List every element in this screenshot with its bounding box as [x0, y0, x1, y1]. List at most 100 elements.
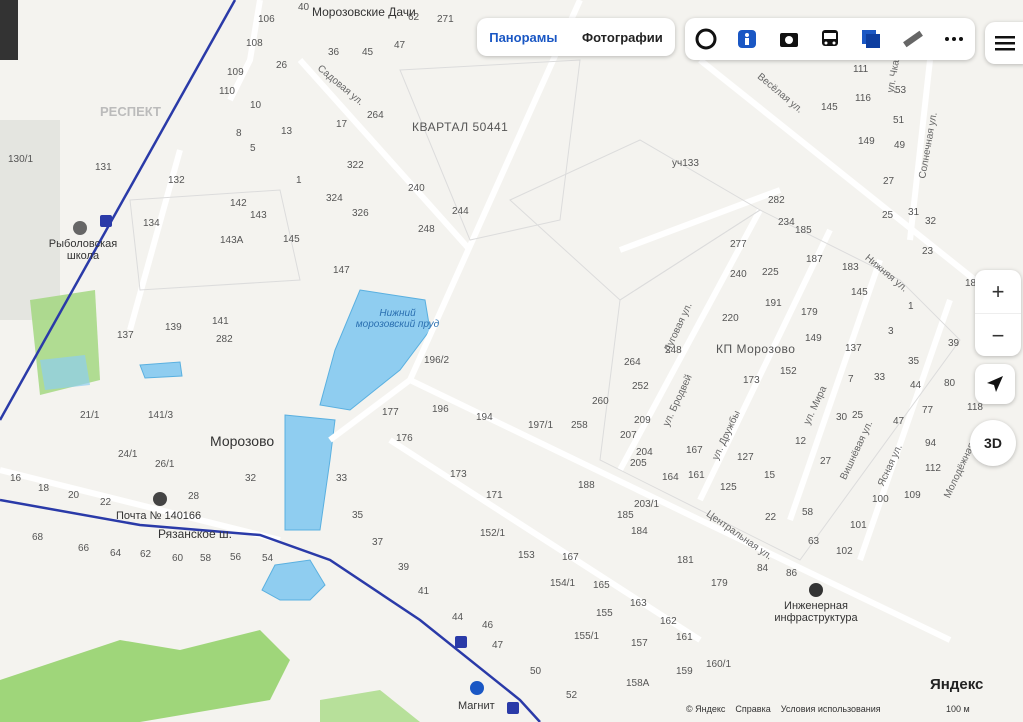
house-number: 63 — [808, 536, 820, 547]
house-number: 207 — [620, 430, 637, 441]
house-number: 183 — [842, 262, 859, 273]
house-number: 28 — [188, 491, 200, 502]
house-number: 248 — [418, 224, 435, 235]
house-number: 181 — [677, 555, 694, 566]
house-number: 27 — [820, 456, 832, 467]
house-number: 225 — [762, 267, 779, 278]
house-number: 44 — [452, 612, 464, 623]
house-number: 26/1 — [155, 459, 175, 470]
view-3d-button[interactable]: 3D — [970, 420, 1016, 466]
house-number: 260 — [592, 396, 609, 407]
house-number: 282 — [768, 195, 785, 206]
help-link[interactable]: Справка — [735, 704, 770, 714]
house-number: 252 — [632, 381, 649, 392]
house-number: 197/1 — [528, 420, 554, 431]
house-number: 161 — [688, 470, 705, 481]
layers-icon[interactable] — [857, 25, 885, 53]
house-number: 167 — [686, 445, 703, 456]
house-number: 66 — [78, 543, 90, 554]
photos-tab[interactable]: Фотографии — [582, 30, 663, 45]
house-number: 51 — [893, 115, 905, 126]
respect-label: РЕСПЕКТ — [100, 104, 161, 119]
house-number: 149 — [858, 136, 875, 147]
house-number: 33 — [336, 473, 348, 484]
house-number: 171 — [486, 490, 503, 501]
house-number: 17 — [336, 119, 348, 130]
zoom-out-button[interactable]: − — [975, 314, 1021, 357]
house-number: 134 — [143, 218, 160, 229]
house-number: 125 — [720, 482, 737, 493]
house-number: 47 — [893, 416, 905, 427]
geolocation-button[interactable] — [975, 364, 1015, 404]
house-number: 32 — [245, 473, 257, 484]
house-number: 147 — [333, 265, 350, 276]
house-number: 40 — [298, 2, 310, 13]
magnit-label: Магнит — [458, 700, 495, 712]
house-number: 33 — [874, 372, 886, 383]
zoom-control: + − — [975, 270, 1021, 356]
settlement-label: Морозовские Дачи — [312, 5, 416, 19]
house-number: 141/3 — [148, 410, 174, 421]
house-number: 244 — [452, 206, 469, 217]
map-toolbar — [685, 18, 975, 60]
house-number: 54 — [262, 553, 274, 564]
house-number: 152/1 — [480, 528, 506, 539]
house-number: 64 — [110, 548, 122, 559]
house-number: 84 — [757, 563, 769, 574]
house-number: 264 — [367, 110, 384, 121]
house-number: 264 — [624, 357, 641, 368]
house-number: 5 — [250, 143, 256, 154]
house-number: 110 — [219, 86, 235, 97]
house-number: 53 — [895, 85, 907, 96]
zoom-in-button[interactable]: + — [975, 270, 1021, 314]
panoramas-tab[interactable]: Панорамы — [489, 30, 557, 45]
house-number: 187 — [806, 254, 823, 265]
house-number: 191 — [765, 298, 782, 309]
pond-label: Нижний морозовский пруд — [355, 308, 440, 330]
house-number: 45 — [362, 47, 374, 58]
accessibility-icon[interactable] — [733, 25, 761, 53]
more-icon[interactable] — [940, 25, 968, 53]
house-number: 44 — [910, 380, 922, 391]
house-number: 62 — [140, 549, 152, 560]
house-number: 23 — [922, 246, 934, 257]
copyright-link[interactable]: © Яндекс — [686, 704, 725, 714]
house-number: 209 — [634, 415, 651, 426]
house-number: 27 — [883, 176, 895, 187]
house-number: 203/1 — [634, 499, 660, 510]
house-number: 31 — [908, 207, 920, 218]
ruler-icon[interactable] — [899, 25, 927, 53]
terms-link[interactable]: Условия использования — [781, 704, 881, 714]
house-number: 52 — [566, 690, 578, 701]
kp-label: КП Морозово — [716, 342, 796, 356]
house-number: 35 — [908, 356, 920, 367]
house-number: 142 — [230, 198, 247, 209]
house-number: 46 — [482, 620, 494, 631]
house-number: 18 — [38, 483, 50, 494]
house-number: 68 — [32, 532, 44, 543]
house-number: 10 — [250, 100, 262, 111]
layer-switcher: Панорамы Фотографии — [477, 18, 675, 56]
scale-bar: 100 м — [946, 704, 970, 714]
house-number: 159 — [676, 666, 693, 677]
house-number: 100 — [872, 494, 889, 505]
house-number: 1 — [296, 175, 302, 186]
house-number: 326 — [352, 208, 369, 219]
house-number: 101 — [850, 520, 867, 531]
house-number: 143А — [220, 235, 244, 246]
transport-icon[interactable] — [816, 25, 844, 53]
house-number: 322 — [347, 160, 364, 171]
menu-button[interactable] — [985, 22, 1023, 64]
yandex-logo: Яндекс — [930, 676, 984, 693]
house-number: 162 — [660, 616, 677, 627]
house-number: 21/1 — [80, 410, 100, 421]
house-number: 155/1 — [574, 631, 600, 642]
house-number: 30 — [836, 412, 848, 423]
house-number: 145 — [283, 234, 300, 245]
house-number: 32 — [925, 216, 937, 227]
house-number: 47 — [394, 40, 406, 51]
camera-icon[interactable] — [775, 25, 803, 53]
traffic-icon[interactable] — [692, 25, 720, 53]
house-number: 25 — [882, 210, 894, 221]
house-number: 158А — [626, 678, 650, 689]
